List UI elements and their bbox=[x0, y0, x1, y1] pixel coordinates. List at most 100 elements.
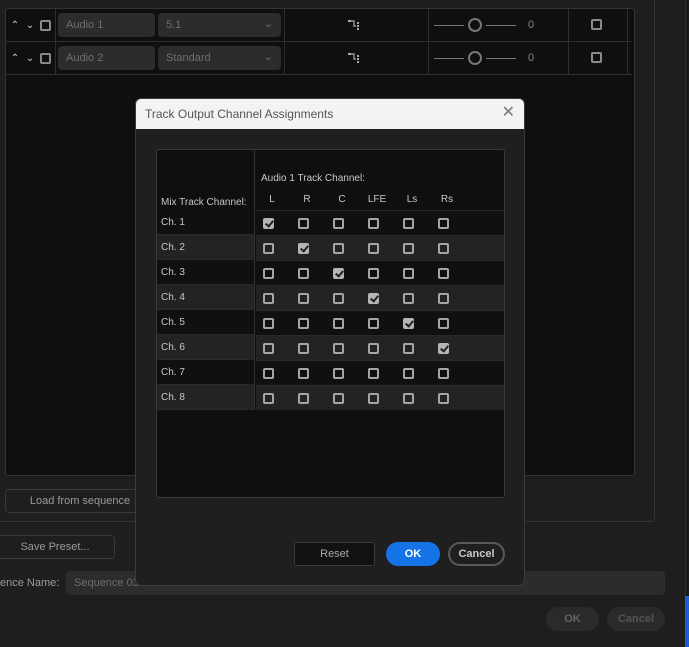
bg-cancel-button[interactable]: Cancel bbox=[607, 607, 665, 631]
channel-checkbox[interactable] bbox=[298, 293, 309, 304]
channel-checkbox[interactable] bbox=[403, 343, 414, 354]
channel-checkbox[interactable] bbox=[438, 318, 449, 329]
track-row: ⌃ ⌄ Audio 1 5.1 ⌄ 0 bbox=[6, 9, 632, 42]
channel-checkbox[interactable] bbox=[368, 293, 379, 304]
channel-checkbox[interactable] bbox=[368, 368, 379, 379]
channel-route-cell bbox=[284, 9, 429, 41]
ok-button[interactable]: OK bbox=[386, 542, 440, 566]
pan-value: 0 bbox=[528, 19, 535, 31]
move-down-icon[interactable]: ⌄ bbox=[25, 53, 35, 64]
channel-checkbox[interactable] bbox=[438, 218, 449, 229]
track-type-value: Standard bbox=[166, 52, 211, 64]
reset-button[interactable]: Reset bbox=[294, 542, 375, 566]
channel-checkbox[interactable] bbox=[263, 218, 274, 229]
bg-ok-button[interactable]: OK bbox=[546, 607, 599, 631]
move-up-icon[interactable]: ⌃ bbox=[10, 53, 20, 64]
channel-checkbox[interactable] bbox=[298, 393, 309, 404]
channel-checkbox[interactable] bbox=[368, 218, 379, 229]
channel-checkbox[interactable] bbox=[368, 318, 379, 329]
move-up-icon[interactable]: ⌃ bbox=[10, 20, 20, 31]
mix-track-header: Mix Track Channel: bbox=[157, 150, 255, 210]
track-select-checkbox[interactable] bbox=[40, 19, 51, 31]
channel-checkbox[interactable] bbox=[438, 393, 449, 404]
channel-checkbox[interactable] bbox=[263, 243, 274, 254]
channel-checkbox[interactable] bbox=[298, 368, 309, 379]
track-type-dropdown[interactable]: Standard ⌄ bbox=[158, 46, 281, 70]
column-header: LFE bbox=[367, 194, 387, 205]
solo-cell bbox=[568, 9, 628, 41]
channel-checkbox[interactable] bbox=[263, 268, 274, 279]
channel-checkbox[interactable] bbox=[333, 318, 344, 329]
channel-checkbox[interactable] bbox=[333, 268, 344, 279]
channel-checkbox[interactable] bbox=[263, 293, 274, 304]
save-preset-button[interactable]: Save Preset... bbox=[0, 535, 115, 559]
channel-checkbox[interactable] bbox=[403, 243, 414, 254]
channel-checkbox[interactable] bbox=[438, 293, 449, 304]
channel-checkbox[interactable] bbox=[438, 368, 449, 379]
channel-checkbox[interactable] bbox=[333, 343, 344, 354]
channel-row: Ch. 6 bbox=[157, 335, 504, 360]
channel-checkbox[interactable] bbox=[298, 343, 309, 354]
channel-routing-icon[interactable] bbox=[347, 51, 361, 65]
channel-checkbox[interactable] bbox=[403, 218, 414, 229]
channel-checkbox[interactable] bbox=[298, 318, 309, 329]
channel-checkbox[interactable] bbox=[368, 243, 379, 254]
channel-checkbox[interactable] bbox=[263, 368, 274, 379]
channel-checkbox[interactable] bbox=[333, 243, 344, 254]
channel-row: Ch. 7 bbox=[157, 360, 504, 385]
track-select-checkbox[interactable] bbox=[40, 52, 51, 64]
channel-checkbox[interactable] bbox=[438, 343, 449, 354]
channel-row: Ch. 2 bbox=[157, 235, 504, 260]
channel-checkbox[interactable] bbox=[403, 268, 414, 279]
channel-checkbox-cells bbox=[256, 310, 504, 335]
channel-checkbox[interactable] bbox=[333, 293, 344, 304]
track-type-dropdown[interactable]: 5.1 ⌄ bbox=[158, 13, 281, 37]
channel-route-cell bbox=[284, 42, 429, 74]
channel-checkbox[interactable] bbox=[333, 368, 344, 379]
channel-checkbox[interactable] bbox=[403, 293, 414, 304]
channel-checkbox[interactable] bbox=[298, 268, 309, 279]
close-icon[interactable]: ✕ bbox=[502, 105, 515, 121]
column-header: C bbox=[338, 194, 346, 205]
load-from-sequence-button[interactable]: Load from sequence bbox=[5, 489, 155, 513]
channel-checkbox[interactable] bbox=[263, 393, 274, 404]
track-output-dialog: Track Output Channel Assignments ✕ Mix T… bbox=[135, 98, 525, 586]
column-header: L bbox=[269, 194, 275, 205]
channel-checkbox[interactable] bbox=[403, 318, 414, 329]
pan-knob[interactable] bbox=[468, 18, 482, 32]
channel-checkbox[interactable] bbox=[438, 243, 449, 254]
channel-checkbox[interactable] bbox=[438, 268, 449, 279]
track-type-value: 5.1 bbox=[166, 19, 182, 31]
track-name-field[interactable]: Audio 2 bbox=[58, 46, 155, 70]
channel-routing-icon[interactable] bbox=[347, 18, 361, 32]
track-channel-label: Audio 1 Track Channel: bbox=[261, 173, 365, 184]
channel-checkbox-cells bbox=[256, 235, 504, 260]
track-name-field[interactable]: Audio 1 bbox=[58, 13, 155, 37]
mix-channel-label: Ch. 6 bbox=[157, 335, 255, 360]
chevron-down-icon: ⌄ bbox=[263, 51, 273, 63]
channel-checkbox[interactable] bbox=[403, 393, 414, 404]
pan-knob[interactable] bbox=[468, 51, 482, 65]
channel-checkbox[interactable] bbox=[403, 368, 414, 379]
cancel-button[interactable]: Cancel bbox=[448, 542, 505, 566]
channel-checkbox[interactable] bbox=[263, 318, 274, 329]
channel-checkbox[interactable] bbox=[368, 393, 379, 404]
channel-checkbox[interactable] bbox=[263, 343, 274, 354]
track-row: ⌃ ⌄ Audio 2 Standard ⌄ 0 bbox=[6, 42, 632, 75]
pan-slider[interactable]: 0 bbox=[434, 9, 564, 41]
solo-checkbox[interactable] bbox=[591, 52, 602, 63]
channel-checkbox[interactable] bbox=[298, 243, 309, 254]
mix-channel-label: Ch. 2 bbox=[157, 235, 255, 260]
channel-row: Ch. 5 bbox=[157, 310, 504, 335]
channel-checkbox[interactable] bbox=[368, 343, 379, 354]
sequence-name-label: ence Name: bbox=[0, 577, 60, 589]
channel-checkbox[interactable] bbox=[333, 218, 344, 229]
channel-checkbox[interactable] bbox=[333, 393, 344, 404]
channel-assignment-grid: Mix Track Channel: Audio 1 Track Channel… bbox=[156, 149, 505, 498]
move-down-icon[interactable]: ⌄ bbox=[25, 20, 35, 31]
channel-checkbox[interactable] bbox=[368, 268, 379, 279]
solo-checkbox[interactable] bbox=[591, 19, 602, 30]
pan-slider[interactable]: 0 bbox=[434, 42, 564, 74]
channel-checkbox[interactable] bbox=[298, 218, 309, 229]
mix-channel-label: Ch. 1 bbox=[157, 210, 255, 235]
